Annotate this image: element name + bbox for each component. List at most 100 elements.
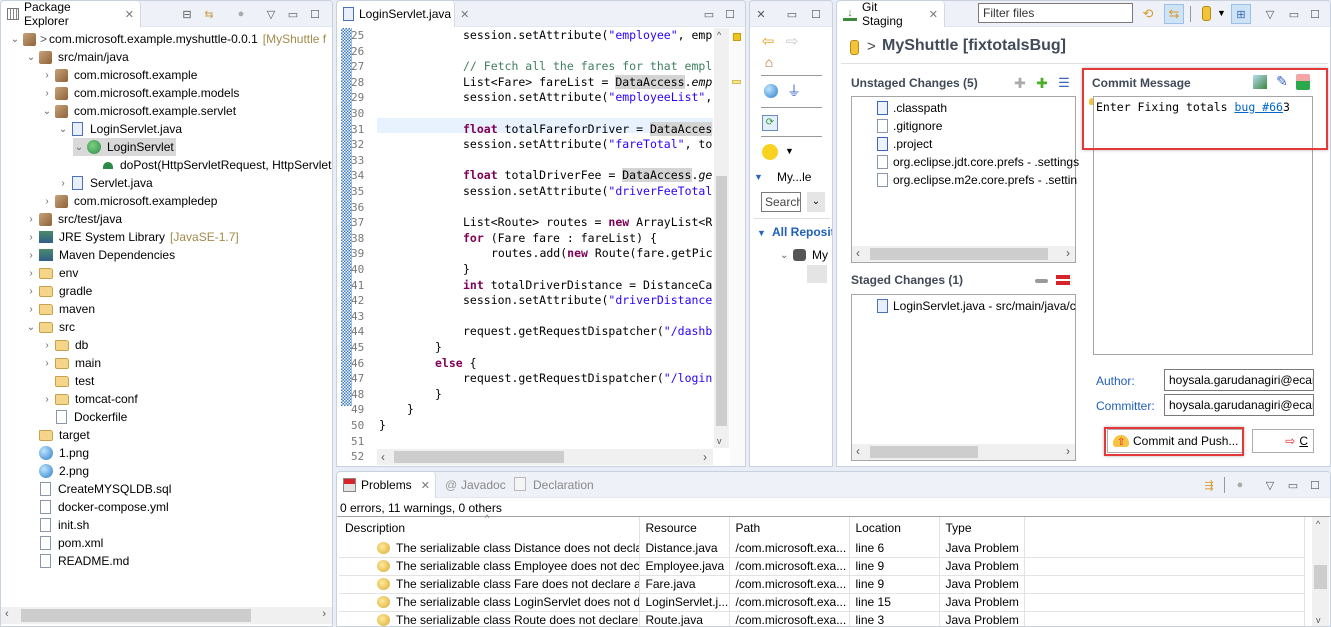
tab-javadoc[interactable]: Javadoc bbox=[461, 478, 506, 492]
staged-file[interactable]: LoginServlet.java - src/main/java/c bbox=[874, 297, 1076, 315]
maximize-icon[interactable]: ☐ bbox=[1307, 6, 1323, 22]
code-line[interactable]: List<Fare> fareList = DataAccess.emp bbox=[463, 74, 712, 91]
unstaged-file[interactable]: org.eclipse.jdt.core.prefs - .settings bbox=[874, 153, 1079, 171]
expand-triangle-icon[interactable]: ▼ bbox=[757, 228, 766, 238]
tree-item[interactable]: README.md bbox=[25, 552, 131, 570]
problems-vscrollbar[interactable]: ^ v bbox=[1312, 517, 1329, 626]
chevron-right-icon[interactable]: › bbox=[41, 88, 53, 99]
compare-mode-icon[interactable]: ⇆ bbox=[1164, 4, 1184, 24]
code-line[interactable]: int totalDriverDistance = DistanceCa bbox=[463, 278, 712, 294]
tree-item[interactable]: › com.microsoft.example bbox=[41, 66, 199, 84]
chevron-right-icon[interactable]: › bbox=[25, 232, 37, 243]
tree-item[interactable]: › main bbox=[41, 354, 103, 372]
code-line[interactable]: } bbox=[463, 262, 470, 278]
add-to-index-icon[interactable]: ✚ bbox=[1012, 75, 1028, 91]
minimize-icon[interactable]: ▭ bbox=[784, 6, 800, 22]
scroll-right-icon[interactable]: › bbox=[1066, 246, 1070, 260]
tree-item[interactable]: › src/test/java bbox=[25, 210, 124, 228]
close-icon[interactable]: ✕ bbox=[421, 479, 430, 492]
filters-icon[interactable]: ● bbox=[1232, 477, 1248, 493]
scroll-right-icon[interactable]: › bbox=[1066, 444, 1070, 458]
tree-item[interactable]: 1.png bbox=[25, 444, 91, 462]
warning-marker[interactable] bbox=[733, 33, 741, 41]
chevron-right-icon[interactable]: › bbox=[25, 304, 37, 315]
code-line[interactable]: } bbox=[407, 402, 414, 418]
back-arrow-icon[interactable]: ⇦ bbox=[760, 33, 776, 50]
code-line[interactable]: for (Fare fare : fareList) { bbox=[463, 231, 657, 247]
tree-item[interactable]: › env bbox=[25, 264, 80, 282]
scroll-thumb[interactable] bbox=[870, 248, 1048, 260]
scroll-thumb[interactable] bbox=[716, 176, 727, 426]
maximize-icon[interactable]: ☐ bbox=[307, 6, 323, 22]
layout-icon[interactable]: ⊞ bbox=[1231, 4, 1251, 24]
code-line[interactable]: float totalDriverFee = DataAccess.ge bbox=[463, 168, 712, 184]
chevron-down-icon[interactable]: ⌄ bbox=[9, 34, 21, 45]
minimize-icon[interactable]: ▭ bbox=[1286, 6, 1302, 22]
scroll-left-icon[interactable]: ‹ bbox=[381, 450, 385, 464]
minimize-icon[interactable]: ▭ bbox=[701, 6, 717, 22]
view-menu-icon[interactable]: ▽ bbox=[1262, 477, 1278, 493]
chevron-right-icon[interactable]: › bbox=[57, 178, 69, 189]
chevron-right-icon[interactable]: › bbox=[41, 70, 53, 81]
scroll-thumb[interactable] bbox=[21, 609, 251, 622]
chevron-right-icon[interactable]: › bbox=[25, 286, 37, 297]
code-line[interactable]: else { bbox=[435, 356, 477, 372]
tree-item[interactable]: test bbox=[41, 372, 96, 390]
chevron-down-icon[interactable]: ⌄ bbox=[25, 322, 37, 333]
tree-item[interactable]: ⌄ src bbox=[25, 318, 77, 336]
close-icon[interactable]: ✕ bbox=[125, 8, 134, 21]
code-line[interactable]: } bbox=[379, 418, 386, 434]
table-row[interactable]: The serializable class Employee does not… bbox=[339, 557, 1305, 576]
tree-item[interactable]: 2.png bbox=[25, 462, 91, 480]
unstaged-list[interactable]: .classpath .gitignore .project org.eclipse.… bbox=[851, 96, 1079, 263]
tab-package-explorer[interactable]: Package Explorer ✕ bbox=[1, 1, 141, 28]
maximize-icon[interactable]: ☐ bbox=[722, 6, 738, 22]
code-line[interactable]: session.setAttribute("employeeList", bbox=[463, 90, 712, 106]
git-repository-icon[interactable] bbox=[807, 265, 827, 283]
author-input[interactable]: hoysala.garudanagiri@ecar bbox=[1164, 369, 1314, 391]
scroll-left-icon[interactable]: ‹ bbox=[5, 608, 9, 620]
code-line[interactable]: float totalFareforDriver = DataAcces bbox=[463, 121, 713, 138]
chevron-down-icon[interactable]: ▼ bbox=[785, 146, 794, 156]
tree-item[interactable]: ⌄ LoginServlet bbox=[73, 138, 176, 156]
home-icon[interactable]: ⌂ bbox=[761, 54, 777, 70]
close-icon[interactable]: ✕ bbox=[929, 8, 938, 21]
problems-table[interactable]: Description Resource Path Location Type The … bbox=[339, 517, 1305, 626]
editor-hscrollbar[interactable]: ‹ › bbox=[377, 449, 713, 465]
search-input[interactable]: Search bbox=[761, 192, 801, 212]
commit-button[interactable]: ⇨ C bbox=[1252, 429, 1314, 453]
search-dropdown-button[interactable]: ⌄ bbox=[807, 192, 825, 212]
tab-git-staging[interactable]: ↓ Git Staging ✕ bbox=[837, 1, 945, 28]
staged-list[interactable]: LoginServlet.java - src/main/java/c ‹ › bbox=[851, 294, 1076, 461]
remove-from-index-icon[interactable] bbox=[1035, 279, 1048, 283]
tree-item[interactable]: › com.microsoft.example.models bbox=[41, 84, 241, 102]
minimize-icon[interactable]: ▭ bbox=[1285, 477, 1301, 493]
scroll-up-icon[interactable]: ^ bbox=[1316, 519, 1320, 529]
focus-on-active-task-icon[interactable]: ⇶ bbox=[1201, 477, 1217, 493]
chevron-down-icon[interactable]: ⌄ bbox=[41, 106, 53, 117]
tree-item[interactable]: ⌄ src/main/java bbox=[25, 48, 131, 66]
chevron-right-icon[interactable]: › bbox=[25, 268, 37, 279]
code-line[interactable]: session.setAttribute("fareTotal", to bbox=[463, 137, 712, 153]
chevron-right-icon[interactable]: › bbox=[41, 196, 53, 207]
scroll-up-icon[interactable]: ^ bbox=[717, 30, 721, 40]
tree-item[interactable]: pom.xml bbox=[25, 534, 105, 552]
column-header[interactable]: Type bbox=[939, 517, 1025, 539]
filter-files-input[interactable]: Filter files bbox=[978, 3, 1133, 23]
scroll-right-icon[interactable]: › bbox=[322, 608, 326, 620]
scroll-left-icon[interactable]: ‹ bbox=[856, 444, 860, 458]
view-menu-icon[interactable]: ▽ bbox=[1262, 6, 1278, 22]
code-line[interactable]: } bbox=[435, 387, 442, 403]
remove-all-icon[interactable] bbox=[1056, 275, 1070, 285]
table-row[interactable]: The serializable class Distance does not… bbox=[339, 539, 1305, 558]
tree-item[interactable]: ⌄ > com.microsoft.example.myshuttle-0.0.1 [… bbox=[9, 30, 326, 48]
tree-item[interactable]: ⌄ LoginServlet.java bbox=[57, 120, 184, 138]
chevron-down-icon[interactable]: ⌄ bbox=[57, 124, 69, 135]
column-header[interactable]: Path bbox=[729, 517, 850, 539]
table-row[interactable]: The serializable class LoginServlet does… bbox=[339, 593, 1305, 612]
repository-icon[interactable] bbox=[1202, 6, 1211, 21]
table-row[interactable]: The serializable class Route does not de… bbox=[339, 611, 1305, 626]
unstaged-file[interactable]: org.eclipse.m2e.core.prefs - .settin bbox=[874, 171, 1077, 189]
chevron-right-icon[interactable]: › bbox=[41, 340, 53, 351]
tab-problems[interactable]: Problems ✕ bbox=[337, 472, 436, 498]
